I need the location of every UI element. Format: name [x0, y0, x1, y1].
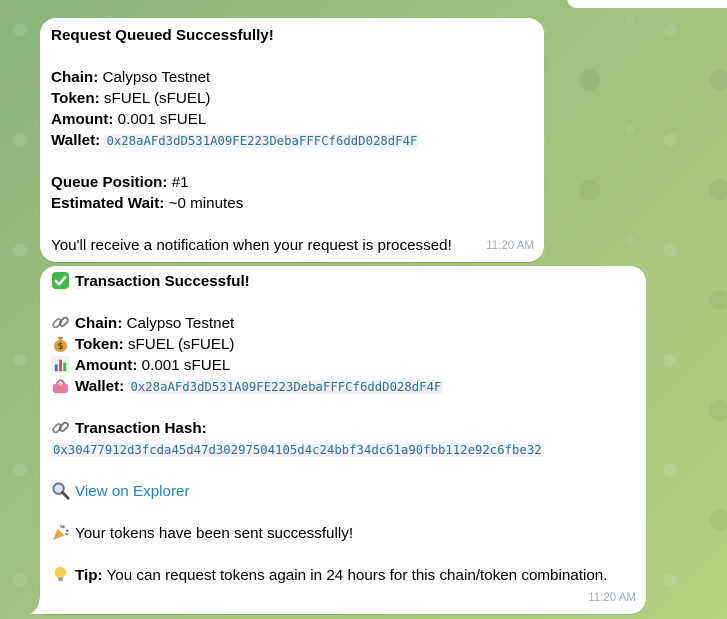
amount-value: 0.001 sFUEL — [141, 357, 231, 374]
chain-label: Chain: — [51, 69, 99, 86]
message-transaction-successful: Transaction Successful! Chain: Calypso T… — [40, 266, 646, 614]
chain-label: Chain: — [75, 315, 123, 332]
notification-notice: You'll receive a notification when your … — [51, 237, 452, 254]
estimated-wait-value: ~0 minutes — [168, 195, 244, 212]
explorer-row: View on Explorer — [51, 481, 636, 502]
amount-label: Amount: — [51, 111, 114, 128]
purse-icon — [52, 379, 69, 394]
money-bag-icon: $ — [53, 336, 68, 352]
queue-position-value: #1 — [171, 174, 189, 191]
wallet-label: Wallet: — [75, 378, 125, 395]
tokens-sent-text: Your tokens have been sent successfully! — [75, 525, 354, 542]
party-popper-icon — [52, 524, 69, 541]
tip-row: Tip: You can request tokens again in 24 … — [51, 565, 636, 586]
bar-chart-icon — [51, 355, 70, 374]
message-timestamp: 11:20 AM — [486, 240, 534, 252]
message-request-queued: Request Queued Successfully! Chain: Caly… — [40, 18, 544, 262]
message-title: Request Queued Successfully! — [51, 27, 274, 44]
token-row: $ Token: sFUEL (sFUEL) — [51, 334, 636, 355]
queue-position-row: Queue Position: #1 — [51, 172, 534, 193]
link-icon — [52, 421, 69, 434]
sent-row: Your tokens have been sent successfully! — [51, 523, 636, 544]
chain-value: Calypso Testnet — [126, 315, 235, 332]
transaction-hash-code[interactable]: 0x30477912d3fcda45d47d30297504105d4c24bb… — [51, 443, 544, 457]
message-timestamp: 11:20 AM — [588, 592, 636, 604]
tip-label: Tip: — [75, 567, 103, 584]
token-label: Token: — [51, 90, 100, 107]
wallet-label: Wallet: — [51, 132, 101, 149]
light-bulb-icon — [54, 566, 67, 582]
queue-position-label: Queue Position: — [51, 174, 168, 191]
previous-message-bubble — [567, 0, 727, 8]
message-title: Transaction Successful! — [75, 273, 250, 290]
token-row: Token: sFUEL (sFUEL) — [51, 88, 534, 109]
token-label: Token: — [75, 336, 124, 353]
wallet-row: Wallet: 0x28aAFd3dD531A09FE223DebaFFFCf6… — [51, 376, 636, 397]
svg-text:$: $ — [58, 342, 64, 352]
wallet-row: Wallet: 0x28aAFd3dD531A09FE223DebaFFFCf6… — [51, 130, 534, 151]
check-mark-button-icon — [51, 271, 70, 290]
chain-value: Calypso Testnet — [102, 69, 211, 86]
amount-row: Amount: 0.001 sFUEL — [51, 355, 636, 376]
amount-value: 0.001 sFUEL — [117, 111, 207, 128]
token-value: sFUEL (sFUEL) — [127, 336, 235, 353]
estimated-wait-label: Estimated Wait: — [51, 195, 165, 212]
magnifying-glass-icon — [52, 482, 70, 500]
wallet-address-code[interactable]: 0x28aAFd3dD531A09FE223DebaFFFCf6ddD028dF… — [128, 380, 444, 394]
transaction-hash-label: Transaction Hash: — [75, 420, 207, 437]
transaction-hash-row: 0x30477912d3fcda45d47d30297504105d4c24bb… — [51, 439, 636, 460]
title-row: Transaction Successful! — [51, 271, 636, 292]
chain-row: Chain: Calypso Testnet — [51, 313, 636, 334]
chain-row: Chain: Calypso Testnet — [51, 67, 534, 88]
wallet-address-code[interactable]: 0x28aAFd3dD531A09FE223DebaFFFCf6ddD028dF… — [104, 134, 420, 148]
amount-row: Amount: 0.001 sFUEL — [51, 109, 534, 130]
tip-text: You can request tokens again in 24 hours… — [106, 567, 608, 584]
amount-label: Amount: — [75, 357, 138, 374]
link-icon — [52, 316, 69, 329]
estimated-wait-row: Estimated Wait: ~0 minutes — [51, 193, 534, 214]
bubble-tail — [30, 596, 44, 614]
token-value: sFUEL (sFUEL) — [103, 90, 211, 107]
view-on-explorer-link[interactable]: View on Explorer — [75, 483, 190, 500]
transaction-hash-label-row: Transaction Hash: — [51, 418, 636, 439]
